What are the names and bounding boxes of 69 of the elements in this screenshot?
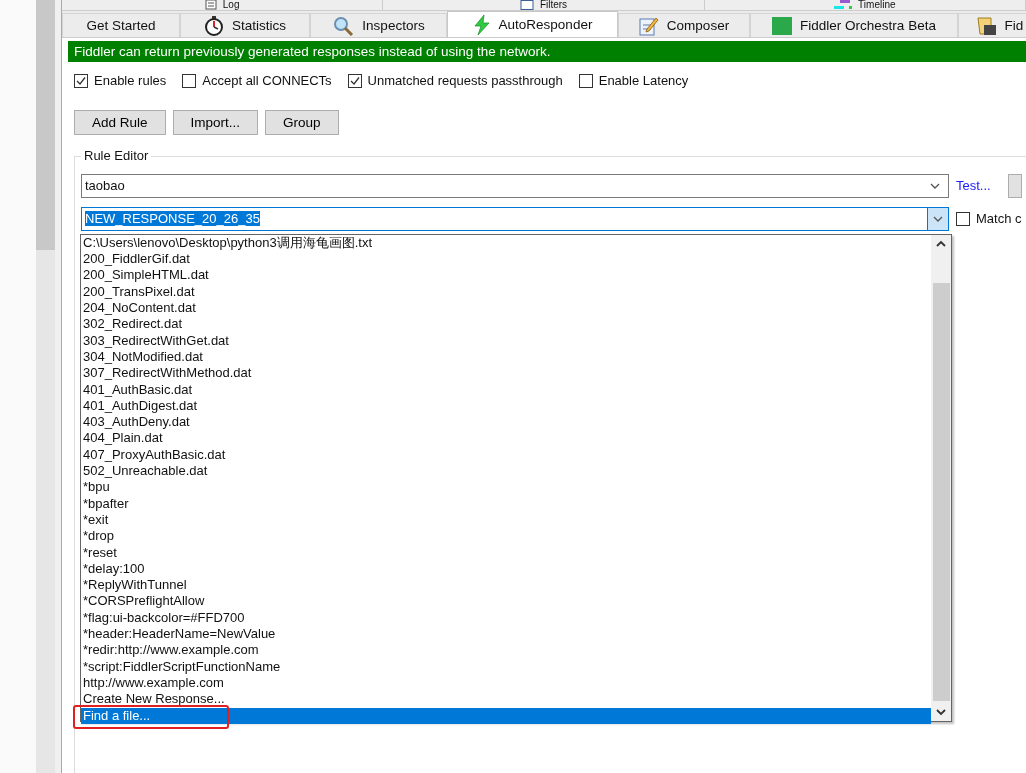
dropdown-item[interactable]: *delay:100 xyxy=(81,560,931,578)
dropdown-item[interactable]: *bpafter xyxy=(81,495,931,512)
dropdown-item[interactable]: *bpu xyxy=(81,479,931,496)
info-banner: Fiddler can return previously generated responses instead of using the network. xyxy=(68,41,1026,62)
test-link[interactable]: Test... xyxy=(956,178,991,194)
dropdown-item[interactable]: *header:HeaderName=NewValue xyxy=(81,626,931,643)
chevron-down-icon xyxy=(930,182,940,189)
toolbar-button[interactable]: Add Rule xyxy=(74,109,166,135)
dropdown-item[interactable]: Find a file... xyxy=(81,707,931,724)
tab[interactable]: Timeline xyxy=(704,0,1026,10)
tab[interactable]: Filters xyxy=(383,0,705,10)
scrollbar-thumb[interactable] xyxy=(36,0,55,250)
action-combo-box[interactable]: NEW_RESPONSE_20_26_35 xyxy=(81,206,949,231)
checkbox-icon xyxy=(519,0,534,10)
dropdown-item[interactable]: 302_Redirect.dat xyxy=(81,316,931,333)
checkbox[interactable] xyxy=(74,73,88,88)
dropdown-item[interactable]: *drop xyxy=(81,528,931,545)
checkbox-label: Unmatched requests passthrough xyxy=(367,73,563,89)
dropdown-item[interactable]: 403_AuthDeny.dat xyxy=(81,414,931,431)
dropdown-item[interactable]: *reset xyxy=(81,544,931,561)
checkbox[interactable] xyxy=(956,211,970,226)
chevron-down-icon xyxy=(933,215,943,222)
dropdown-item[interactable]: Create New Response... xyxy=(81,691,931,708)
tab[interactable]: Log xyxy=(62,0,384,10)
document-icon xyxy=(204,0,217,10)
match-combo-box[interactable]: taobao xyxy=(81,173,949,198)
dropdown-item[interactable]: 200_FiddlerGif.dat xyxy=(81,251,931,268)
dropdown-item[interactable]: 304_NotModified.dat xyxy=(81,348,931,366)
dropdown-item[interactable]: C:\Users\lenovo\Desktop\python3调用海龟画图.txt xyxy=(81,234,931,252)
dropdown-item[interactable]: *script:FiddlerScriptFunctionName xyxy=(81,658,931,675)
dropdown-item[interactable]: *exit xyxy=(81,511,931,529)
tab[interactable]: Fid xyxy=(958,13,1026,37)
notepad-pencil-icon xyxy=(638,15,659,36)
checkbox-label: Match c xyxy=(976,211,1022,227)
stopwatch-icon xyxy=(204,15,224,36)
checkbox[interactable] xyxy=(578,73,593,88)
dropdown-item[interactable]: 401_AuthDigest.dat xyxy=(81,397,931,415)
checkbox-label: Enable rules xyxy=(94,73,167,89)
dropdown-item[interactable]: http://www.example.com xyxy=(81,674,931,692)
dropdown-item[interactable]: *ReplyWithTunnel xyxy=(81,577,931,594)
dropdown-item[interactable]: 200_TransPixel.dat xyxy=(81,283,931,301)
dropdown-item[interactable]: 204_NoContent.dat xyxy=(81,300,931,317)
checkbox[interactable] xyxy=(347,73,362,88)
script-scroll-icon xyxy=(974,15,997,36)
dropdown-item[interactable]: *CORSPreflightAllow xyxy=(81,593,931,610)
tab[interactable]: Fiddler Orchestra Beta xyxy=(750,13,958,37)
timeline-icon xyxy=(834,0,853,10)
checkbox-label: Enable Latency xyxy=(598,73,689,89)
dropdown-item[interactable]: *flag:ui-backcolor=#FFD700 xyxy=(81,609,931,626)
lightning-icon xyxy=(472,14,491,35)
dropdown-item[interactable]: *redir:http://www.example.com xyxy=(81,642,931,659)
tab[interactable]: Composer xyxy=(618,13,750,37)
dropdown-item[interactable]: 502_Unreachable.dat xyxy=(81,463,931,480)
scrollbar-thumb[interactable] xyxy=(932,282,950,701)
tab[interactable]: Statistics xyxy=(180,13,310,37)
dropdown-item[interactable]: 200_SimpleHTML.dat xyxy=(81,267,931,284)
dropdown-item[interactable]: 307_RedirectWithMethod.dat xyxy=(81,365,931,382)
tab[interactable]: Inspectors xyxy=(310,13,447,37)
dropdown-item[interactable]: 401_AuthBasic.dat xyxy=(81,381,931,398)
toolbar-button[interactable]: Import... xyxy=(172,109,259,135)
toolbar-button[interactable]: Group xyxy=(265,109,339,135)
checkbox[interactable] xyxy=(182,73,197,88)
tab[interactable]: Get Started xyxy=(62,13,180,37)
checkbox-label: Accept all CONNECTs xyxy=(202,73,332,89)
dropdown-item[interactable]: 303_RedirectWithGet.dat xyxy=(81,332,931,349)
tab[interactable]: AutoResponder xyxy=(447,11,618,37)
dropdown-item[interactable]: 407_ProxyAuthBasic.dat xyxy=(81,446,931,464)
dropdown-item[interactable]: 404_Plain.dat xyxy=(81,430,931,447)
magnifier-icon xyxy=(332,15,355,36)
